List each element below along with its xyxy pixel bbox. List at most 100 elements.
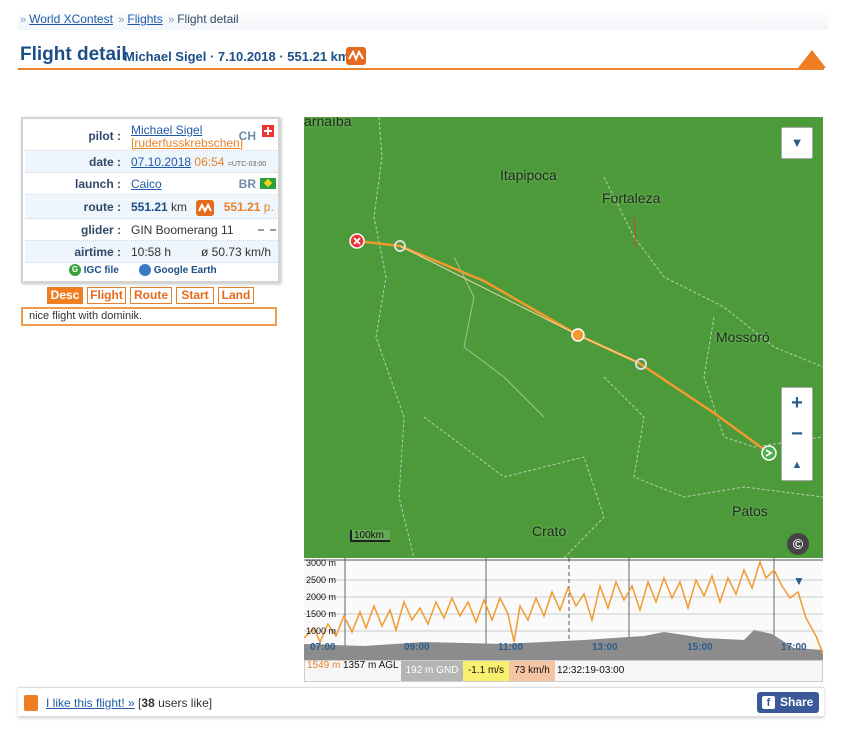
alt-label-2500: 2500 m [306, 575, 337, 585]
swiss-flag-icon [262, 125, 274, 137]
igc-file-label: IGC file [83, 265, 119, 276]
average-speed: ø 50.73 km/h [201, 245, 272, 259]
alt-label-2000: 2000 m [306, 592, 337, 602]
chevron-right-icon: » [20, 14, 27, 26]
like-text: I like this flight! » [38 users like] [46, 696, 213, 710]
barogram-plot [304, 558, 823, 660]
google-earth-link[interactable]: Google Earth [139, 262, 217, 280]
igc-file-icon: G [69, 264, 81, 277]
chevron-right-icon: » [168, 14, 175, 26]
pilot-row: pilot : Michael Sigel [ruderfusskrebsche… [25, 121, 278, 151]
chevron-right-icon: » [118, 14, 125, 26]
date-row: date : 07.10.2018 06:54 =UTC-03:00 [25, 151, 278, 173]
pilot-label: pilot : [88, 129, 121, 143]
flight-map[interactable]: arnaíba Itapipoca Fortaleza Mossoró Pato… [304, 117, 823, 558]
city-label-itapipoca: Itapipoca [500, 167, 557, 183]
date-label: date : [88, 155, 121, 169]
city-label-crato: Crato [532, 523, 567, 539]
zoom-out-button[interactable]: − [782, 419, 812, 449]
like-count: 38 [141, 696, 155, 710]
time-label-1300: 13:00 [592, 642, 618, 653]
status-alt-msl: 1549 m [307, 660, 341, 671]
route-type-icon [346, 47, 366, 65]
breadcrumb-world-xcontest[interactable]: World XContest [29, 12, 113, 26]
glider-label: glider : [80, 223, 121, 237]
city-label-patos: Patos [732, 503, 768, 519]
breadcrumb-flights[interactable]: Flights [127, 12, 162, 26]
route-distance: 551.21 [131, 200, 168, 214]
status-gnd: 192 m GND [401, 661, 463, 681]
pilot-country-code: CH [238, 129, 256, 143]
corner-triangle-icon [798, 50, 826, 68]
tab-route[interactable]: Route [130, 287, 172, 304]
breadcrumb-current: Flight detail [177, 12, 239, 26]
glider-row: glider : GIN Boomerang 11 [25, 219, 278, 241]
chevron-down-icon: ▼ [790, 135, 804, 150]
glider-class-icon [258, 229, 276, 231]
alt-label-3000: 3000 m [306, 558, 337, 568]
share-label: Share [780, 695, 814, 709]
title-bar: Flight detail Michael Sigel · 7.10.2018 … [18, 38, 826, 70]
status-vario: -1.1 m/s [463, 661, 509, 681]
google-earth-label: Google Earth [153, 265, 217, 276]
city-label-parnaiba: arnaíba [304, 117, 352, 129]
route-row: route : 551.21 km 551.21 p. [25, 195, 278, 219]
start-time: 06:54 [194, 155, 225, 169]
map-layer-dropdown[interactable]: ▼ [781, 127, 813, 159]
breadcrumb: » World XContest » Flights » Flight detail [18, 10, 828, 30]
status-speed: 73 km/h [509, 661, 555, 681]
flight-description: nice flight with dominik. [21, 307, 277, 326]
map-scale-bar: 100km [350, 530, 390, 542]
tab-desc[interactable]: Desc [47, 287, 83, 304]
launch-label: launch : [74, 177, 121, 191]
like-flight-link[interactable]: I like this flight! » [46, 696, 135, 710]
timezone: =UTC-03:00 [227, 161, 267, 168]
barogram-chart[interactable]: 3000 m 2500 m 2000 m 1500 m 1000 m 07:00… [304, 558, 823, 660]
barogram-options-button[interactable]: ▼ [788, 572, 810, 590]
google-earth-icon [139, 264, 151, 277]
date-link[interactable]: 07.10.2018 [131, 155, 191, 169]
time-label-0900: 09:00 [404, 642, 430, 653]
north-arrow-icon: ▲ [791, 459, 803, 471]
route-label: route : [83, 200, 121, 214]
like-bar: I like this flight! » [38 users like] f … [18, 687, 824, 717]
pilot-nick-link[interactable]: [ruderfusskrebschen] [131, 136, 243, 150]
launch-link[interactable]: Caico [131, 177, 162, 191]
route-points: 551.21 [223, 200, 261, 214]
tab-land[interactable]: Land [218, 287, 254, 304]
map-rotate-button[interactable]: ▲ [782, 450, 812, 480]
route-distance-unit: km [171, 200, 188, 214]
page-subtitle: Michael Sigel · 7.10.2018 · 551.21 km [124, 49, 350, 64]
tab-start[interactable]: Start [176, 287, 214, 304]
like-suffix: users like [158, 696, 209, 710]
copyright-icon[interactable]: © [787, 533, 809, 555]
route-type-icon [196, 199, 215, 216]
time-label-1500: 15:00 [687, 642, 713, 653]
facebook-icon: f [762, 696, 775, 709]
time-label-1100: 11:00 [498, 642, 524, 653]
page-title: Flight detail [20, 44, 127, 65]
city-label-fortaleza: Fortaleza [602, 190, 661, 206]
glider-name: GIN Boomerang 11 [131, 223, 234, 237]
alt-label-1500: 1500 m [306, 609, 337, 619]
launch-row: launch : Caico BR [25, 173, 278, 195]
pilot-name-link[interactable]: Michael Sigel [131, 123, 202, 137]
tab-flight[interactable]: Flight [87, 287, 126, 304]
flight-info-panel: pilot : Michael Sigel [ruderfusskrebsche… [21, 117, 280, 283]
igc-file-link[interactable]: G IGC file [69, 262, 119, 280]
time-label-1700: 17:00 [781, 642, 807, 653]
barogram-status-bar: 1549 m 1357 m AGL 192 m GND -1.1 m/s 73 … [304, 660, 823, 682]
chevron-down-icon: ▼ [793, 574, 805, 588]
thumbs-up-icon [24, 695, 38, 711]
airtime-row: airtime : 10:58 h ø 50.73 km/h [25, 241, 278, 263]
city-label-mossoro: Mossoró [716, 329, 770, 345]
download-links: G IGC file Google Earth [25, 262, 278, 280]
alt-label-1000: 1000 m [306, 626, 337, 636]
facebook-share-button[interactable]: f Share [757, 692, 819, 713]
route-points-unit: p. [263, 200, 274, 214]
status-alt-agl: 1357 m AGL [343, 660, 399, 671]
airtime-value: 10:58 h [131, 245, 172, 259]
brazil-flag-icon [260, 178, 276, 189]
zoom-in-button[interactable]: + [782, 388, 812, 418]
map-zoom-controls: + − ▲ [781, 387, 813, 481]
